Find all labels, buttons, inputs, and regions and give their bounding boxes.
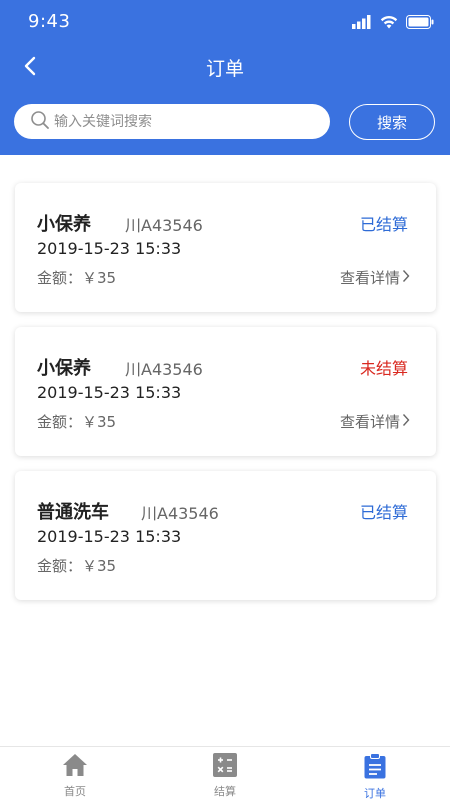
order-list: 小保养 川A43546 已结算 2019-15-23 15:33 金额：￥35 … (15, 183, 436, 615)
status-icons (352, 14, 434, 33)
tab-orders-label: 订单 (364, 787, 386, 800)
order-amount: 金额：￥35 (37, 269, 117, 287)
search-button[interactable]: 搜索 (349, 104, 435, 140)
orders-screen: 9:43 订单 输入关键词搜索 搜索 小保养 川A43546 已结算 2019-… (0, 0, 450, 800)
view-details-link[interactable]: 查看详情 (340, 411, 410, 432)
search-box[interactable] (14, 104, 330, 139)
order-status: 未结算 (359, 359, 408, 378)
header: 9:43 订单 输入关键词搜索 搜索 (0, 0, 450, 155)
signal-icon (352, 14, 372, 33)
order-amount: 金额：￥35 (37, 557, 117, 575)
tab-settle[interactable]: 结算 (150, 747, 300, 800)
view-details-label: 查看详情 (339, 269, 400, 287)
order-service: 小保养 (37, 358, 91, 379)
status-time: 9:43 (28, 11, 71, 32)
order-plate: 川A43546 (141, 504, 219, 523)
order-service: 普通洗车 (37, 502, 109, 523)
nav-bar: 订单 (0, 44, 450, 92)
page-title: 订单 (205, 58, 244, 80)
order-plate: 川A43546 (125, 216, 203, 235)
tab-home-label: 首页 (64, 785, 86, 798)
tab-bar: 首页 结算 订单 (0, 746, 450, 800)
clipboard-icon (364, 753, 386, 783)
wifi-icon (380, 14, 398, 33)
search-input[interactable] (54, 113, 304, 130)
order-status: 已结算 (359, 503, 408, 522)
order-card[interactable]: 普通洗车 川A43546 已结算 2019-15-23 15:33 金额：￥35 (15, 471, 436, 600)
chevron-right-icon (402, 413, 410, 431)
home-icon (62, 753, 88, 781)
view-details-link[interactable]: 查看详情 (340, 267, 410, 288)
battery-icon (406, 14, 434, 33)
tab-home[interactable]: 首页 (0, 747, 150, 800)
status-bar: 9:43 (0, 0, 450, 44)
order-datetime: 2019-15-23 15:33 (37, 239, 182, 258)
tab-orders[interactable]: 订单 (300, 747, 450, 800)
search-icon (30, 110, 50, 134)
order-service: 小保养 (37, 214, 91, 235)
order-card[interactable]: 小保养 川A43546 未结算 2019-15-23 15:33 金额：￥35 … (15, 327, 436, 456)
order-status: 已结算 (359, 215, 408, 234)
order-datetime: 2019-15-23 15:33 (37, 527, 182, 546)
order-plate: 川A43546 (125, 360, 203, 379)
search-row: 搜索 (0, 104, 450, 140)
chevron-right-icon (402, 269, 410, 287)
view-details-label: 查看详情 (339, 413, 400, 431)
order-card[interactable]: 小保养 川A43546 已结算 2019-15-23 15:33 金额：￥35 … (15, 183, 436, 312)
tab-settle-label: 结算 (214, 785, 236, 798)
calculator-icon (213, 753, 237, 781)
order-amount: 金额：￥35 (37, 413, 117, 431)
order-datetime: 2019-15-23 15:33 (37, 383, 182, 402)
